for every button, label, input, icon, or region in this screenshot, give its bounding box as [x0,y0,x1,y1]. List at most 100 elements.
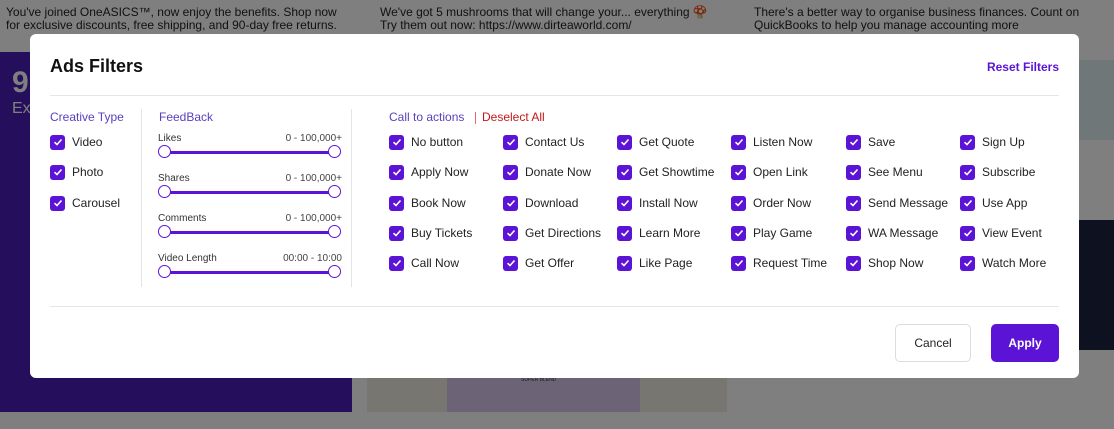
slider-track[interactable] [164,231,334,234]
cta-checkbox[interactable]: Learn More [617,225,700,241]
checkbox-label: Shop Now [868,256,924,270]
cta-checkbox[interactable]: Buy Tickets [389,225,472,241]
checkbox-checked-icon[interactable] [50,195,65,211]
checkbox-label: Watch More [982,256,1047,270]
checkbox-carousel[interactable]: Carousel [50,195,120,211]
cta-checkbox[interactable]: See Menu [846,164,923,180]
apply-button[interactable]: Apply [991,324,1059,362]
cta-checkbox[interactable]: Get Quote [617,134,694,150]
slider-track[interactable] [164,271,334,274]
slider-min-handle[interactable] [158,225,171,238]
deselect-all-link[interactable]: Deselect All [482,110,545,124]
cta-checkbox[interactable]: Sign Up [960,134,1025,150]
checkbox-label: Download [525,196,579,210]
checkbox-label: Carousel [72,196,121,210]
cta-checkbox[interactable]: Listen Now [731,134,812,150]
checkbox-checked-icon[interactable] [731,164,746,180]
checkbox-checked-icon[interactable] [960,134,975,150]
checkbox-checked-icon[interactable] [503,134,518,150]
cta-checkbox[interactable]: Get Offer [503,255,574,271]
checkbox-checked-icon[interactable] [846,195,861,211]
checkbox-label: Listen Now [753,135,813,149]
checkbox-label: Get Offer [525,256,575,270]
checkbox-checked-icon[interactable] [389,255,404,271]
cta-checkbox[interactable]: Play Game [731,225,812,241]
checkbox-photo[interactable]: Photo [50,164,103,180]
checkbox-checked-icon[interactable] [50,164,65,180]
checkbox-checked-icon[interactable] [617,255,632,271]
cta-checkbox[interactable]: Watch More [960,255,1046,271]
slider-track[interactable] [164,151,334,154]
checkbox-checked-icon[interactable] [389,225,404,241]
checkbox-checked-icon[interactable] [503,225,518,241]
cta-checkbox[interactable]: View Event [960,225,1042,241]
checkbox-checked-icon[interactable] [389,195,404,211]
cancel-button[interactable]: Cancel [895,324,971,362]
slider-min-handle[interactable] [158,265,171,278]
cta-checkbox[interactable]: Download [503,195,578,211]
cta-checkbox[interactable]: Apply Now [389,164,468,180]
cta-checkbox[interactable]: Book Now [389,195,466,211]
cta-checkbox[interactable]: Open Link [731,164,808,180]
slider-max-handle[interactable] [328,185,341,198]
checkbox-checked-icon[interactable] [731,195,746,211]
slider-max-handle[interactable] [328,265,341,278]
checkbox-checked-icon[interactable] [389,164,404,180]
checkbox-label: See Menu [868,165,923,179]
slider-min-handle[interactable] [158,145,171,158]
cta-checkbox[interactable]: WA Message [846,225,938,241]
checkbox-checked-icon[interactable] [731,225,746,241]
checkbox-label: Request Time [753,256,828,270]
cta-checkbox[interactable]: Get Showtime [617,164,714,180]
checkbox-checked-icon[interactable] [617,195,632,211]
slider-max-handle[interactable] [328,145,341,158]
cta-checkbox[interactable]: Donate Now [503,164,591,180]
checkbox-checked-icon[interactable] [960,225,975,241]
checkbox-video[interactable]: Video [50,134,102,150]
checkbox-label: View Event [982,226,1042,240]
cta-checkbox[interactable]: Call Now [389,255,459,271]
cta-checkbox[interactable]: Use App [960,195,1027,211]
checkbox-checked-icon[interactable] [960,195,975,211]
reset-filters-link[interactable]: Reset Filters [987,60,1059,74]
checkbox-checked-icon[interactable] [731,255,746,271]
checkbox-checked-icon[interactable] [617,225,632,241]
checkbox-checked-icon[interactable] [503,255,518,271]
section-divider [141,109,142,287]
cta-checkbox[interactable]: Order Now [731,195,811,211]
checkbox-checked-icon[interactable] [503,164,518,180]
slider-track[interactable] [164,191,334,194]
checkbox-checked-icon[interactable] [731,134,746,150]
checkbox-checked-icon[interactable] [846,164,861,180]
cta-checkbox[interactable]: Get Directions [503,225,601,241]
cta-checkbox[interactable]: Shop Now [846,255,923,271]
slider-name: Video Length [158,253,217,264]
checkbox-label: Call Now [411,256,460,270]
checkbox-checked-icon[interactable] [617,164,632,180]
checkbox-checked-icon[interactable] [389,134,404,150]
cta-checkbox[interactable]: Request Time [731,255,827,271]
checkbox-label: WA Message [868,226,939,240]
slider-max-handle[interactable] [328,225,341,238]
cta-checkbox[interactable]: Send Message [846,195,948,211]
checkbox-checked-icon[interactable] [960,255,975,271]
checkbox-label: Contact Us [525,135,585,149]
slider-min-handle[interactable] [158,185,171,198]
slider-name: Comments [158,213,207,224]
checkbox-checked-icon[interactable] [846,134,861,150]
checkbox-label: Open Link [753,165,808,179]
checkbox-checked-icon[interactable] [50,134,65,150]
checkbox-checked-icon[interactable] [960,164,975,180]
cta-checkbox[interactable]: Save [846,134,895,150]
checkbox-checked-icon[interactable] [846,255,861,271]
creative-type-label: Creative Type [50,110,124,124]
checkbox-checked-icon[interactable] [617,134,632,150]
cta-checkbox[interactable]: Like Page [617,255,692,271]
checkbox-checked-icon[interactable] [503,195,518,211]
cta-checkbox[interactable]: Contact Us [503,134,584,150]
checkbox-checked-icon[interactable] [846,225,861,241]
cta-checkbox[interactable]: No button [389,134,463,150]
cta-checkbox[interactable]: Install Now [617,195,698,211]
slider-range: 0 - 100,000+ [285,133,342,144]
cta-checkbox[interactable]: Subscribe [960,164,1035,180]
